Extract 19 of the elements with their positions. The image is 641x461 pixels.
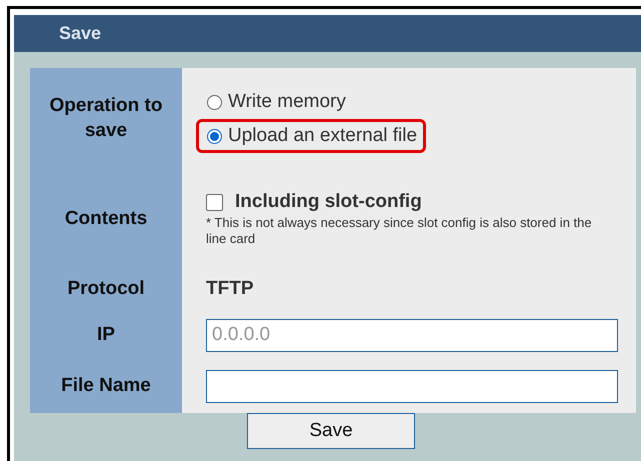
field-label: Operation to save — [48, 94, 164, 143]
note-text: * This is not always necessary since slot config is also stored in the line card — [206, 215, 593, 247]
field-label: File Name — [61, 374, 151, 398]
panel-title: Save — [59, 23, 102, 44]
field-label: IP — [97, 322, 115, 347]
protocol-value: TFTP — [206, 278, 254, 300]
checkbox-label: Including slot-config — [235, 191, 422, 214]
option-row[interactable]: Upload an external file — [196, 119, 426, 153]
option-row[interactable]: Write memory — [196, 85, 355, 119]
radio-button[interactable] — [207, 94, 222, 110]
save-button[interactable]: Save — [247, 413, 415, 449]
input-field[interactable]: 0.0.0.0 — [206, 318, 618, 352]
checkbox[interactable] — [206, 194, 223, 211]
option-label: Upload an external file — [228, 125, 418, 147]
radio-button[interactable] — [207, 128, 222, 144]
field-label: Protocol — [67, 276, 145, 301]
option-label: Write memory — [228, 91, 346, 113]
input-field[interactable] — [206, 370, 618, 403]
field-label: Contents — [64, 206, 148, 231]
